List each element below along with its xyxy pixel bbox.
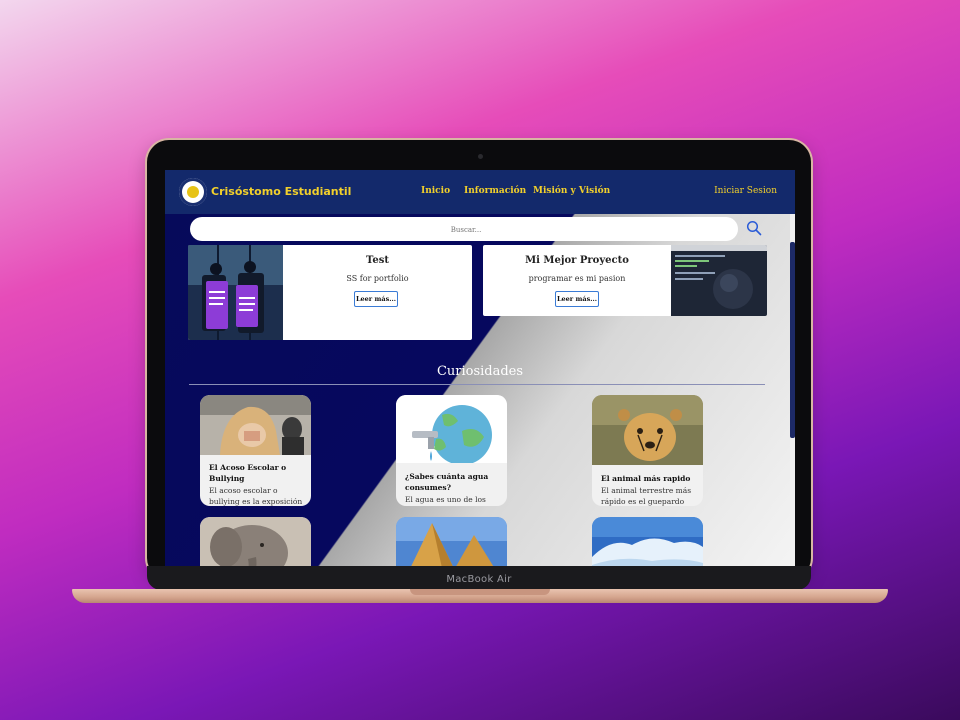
read-more-button[interactable]: Leer más... (555, 291, 599, 307)
curiosity-title: El Acoso Escolar o Bullying (209, 463, 287, 483)
camera (478, 154, 483, 159)
project-description: SS for portfolio (346, 274, 409, 283)
curiosity-text: El acoso escolar o bullying es la exposi… (209, 486, 303, 506)
scrollbar-thumb[interactable] (790, 242, 795, 438)
project-title: Mi Mejor Proyecto (525, 255, 629, 266)
school-logo-icon[interactable] (179, 178, 207, 206)
device-label: MacBook Air (446, 574, 512, 585)
laptop-base-notch (410, 589, 550, 595)
curiosity-card[interactable] (592, 517, 703, 566)
navbar: Crisóstomo Estudiantil Inicio Informació… (165, 170, 795, 214)
curiosity-card[interactable] (200, 517, 311, 566)
curiosity-image (592, 517, 703, 566)
laptop-screen: Crisóstomo Estudiantil Inicio Informació… (165, 170, 795, 566)
nav-link-mision-vision[interactable]: Misión y Visión (533, 186, 610, 196)
web-page: Crisóstomo Estudiantil Inicio Informació… (165, 170, 795, 566)
curiosity-image (200, 395, 311, 455)
search-input[interactable] (190, 217, 742, 243)
brand-name[interactable]: Crisóstomo Estudiantil (211, 185, 351, 198)
curiosity-image (200, 517, 311, 566)
laptop-chin: MacBook Air (147, 566, 811, 590)
nav-link-inicio[interactable]: Inicio (421, 186, 450, 196)
read-more-button[interactable]: Leer más... (354, 291, 398, 307)
search-icon[interactable] (746, 220, 762, 236)
curiosity-text: El agua es uno de los (405, 495, 486, 504)
section-divider (189, 384, 765, 385)
curiosity-image (396, 395, 507, 463)
project-description: programar es mi pasion (528, 274, 626, 283)
curiosity-title: El animal más rapido (601, 474, 691, 483)
curiosity-title: ¿Sabes cuánta agua consumes? (405, 472, 489, 492)
project-title: Test (366, 255, 389, 266)
curiosity-card[interactable]: El Acoso Escolar o Bullying El acoso esc… (200, 395, 311, 506)
login-link[interactable]: Iniciar Sesion (714, 186, 777, 196)
project-card: Mi Mejor Proyecto programar es mi pasion… (483, 245, 767, 316)
search-bar (190, 217, 742, 243)
curiosity-text: El animal terrestre más rápido es el gue… (601, 486, 692, 506)
curiosity-card[interactable] (396, 517, 507, 566)
curiosity-card[interactable]: ¿Sabes cuánta agua consumes? El agua es … (396, 395, 507, 506)
project-card: Test SS for portfolio Leer más... (188, 245, 472, 340)
project-image (671, 245, 767, 316)
nav-link-informacion[interactable]: Información (464, 186, 526, 196)
curiosity-card[interactable]: El animal más rapido El animal terrestre… (592, 395, 703, 506)
curiosity-image (396, 517, 507, 566)
project-image (188, 245, 283, 340)
curiosity-image (592, 395, 703, 465)
section-title: Curiosidades (436, 364, 524, 379)
